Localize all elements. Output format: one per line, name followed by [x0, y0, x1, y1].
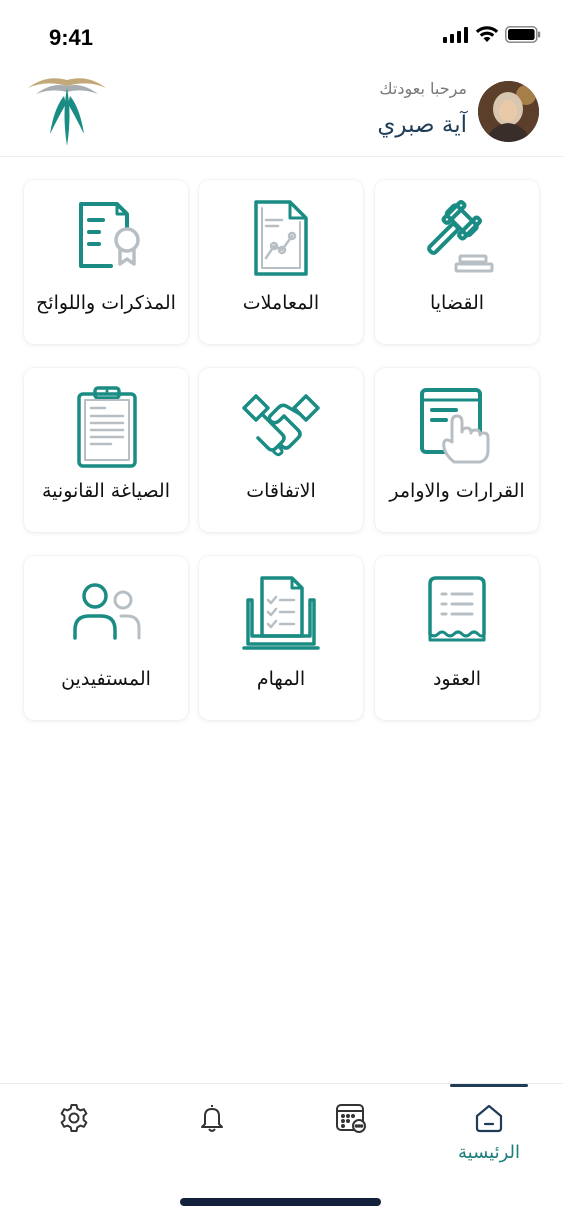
tile-tasks[interactable]: المهام: [199, 556, 363, 720]
contract-scroll-icon: [428, 576, 486, 642]
document-certificate-icon: [79, 202, 140, 268]
nav-settings[interactable]: [34, 1102, 114, 1182]
active-tab-indicator: [450, 1084, 528, 1087]
tasks-laptop-icon: [242, 576, 320, 650]
status-icons: [443, 26, 541, 43]
document-chart-icon: [254, 200, 308, 276]
greeting-text: مرحبا بعودتك: [379, 79, 467, 98]
nav-home[interactable]: الرئيسية: [449, 1102, 529, 1182]
bell-icon: [201, 1105, 223, 1132]
tile-beneficiaries[interactable]: المستفيدين: [24, 556, 188, 720]
avatar[interactable]: [478, 81, 539, 142]
avatar-photo: [478, 81, 539, 142]
app-header: مرحبا بعودتك آية صبري: [0, 70, 563, 157]
home-indicator: [180, 1198, 381, 1206]
gavel-icon: [427, 199, 494, 273]
nav-notifications[interactable]: [172, 1102, 252, 1182]
tile-transactions[interactable]: المعاملات: [199, 180, 363, 344]
tile-label: القرارات والاوامر: [389, 480, 525, 502]
tile-label: الصياغة القانونية: [41, 480, 170, 502]
nav-calendar[interactable]: [311, 1102, 391, 1182]
status-bar: 9:41: [0, 0, 563, 70]
wifi-icon: [475, 26, 499, 42]
document-touch-icon: [420, 388, 490, 464]
tile-label: المهام: [256, 668, 306, 690]
tile-label: المستفيدين: [61, 668, 151, 690]
tile-contracts[interactable]: العقود: [375, 556, 539, 720]
clipboard-icon: [77, 386, 137, 468]
users-icon: [73, 583, 141, 640]
handshake-icon: [242, 394, 320, 457]
tile-decisions[interactable]: القرارات والاوامر: [375, 368, 539, 532]
logo-icon: [28, 78, 106, 146]
calendar-icon: [336, 1104, 366, 1133]
status-time: 9:41: [49, 25, 94, 50]
app-screen: 9:41 مرحبا بعودتك آية صبري القضايا المعا…: [0, 0, 563, 1218]
tile-label: العقود: [432, 668, 482, 690]
nav-home-label: الرئيسية: [458, 1142, 520, 1163]
tile-label: المعاملات: [242, 292, 320, 314]
tile-memos[interactable]: المذكرات واللوائح: [24, 180, 188, 344]
tile-label: القضايا: [429, 292, 485, 314]
tile-label: الاتفاقات: [246, 480, 316, 502]
tile-legal-drafting[interactable]: الصياغة القانونية: [24, 368, 188, 532]
user-name: آية صبري: [377, 112, 467, 138]
tile-cases[interactable]: القضايا: [375, 180, 539, 344]
tile-label: المذكرات واللوائح: [36, 292, 176, 314]
greeting-block: مرحبا بعودتك آية صبري: [377, 78, 467, 142]
cellular-signal-icon: [443, 26, 468, 43]
settings-icon: [60, 1104, 88, 1132]
home-icon: [475, 1104, 503, 1133]
tile-agreements[interactable]: الاتفاقات: [199, 368, 363, 532]
battery-icon: [505, 26, 541, 43]
